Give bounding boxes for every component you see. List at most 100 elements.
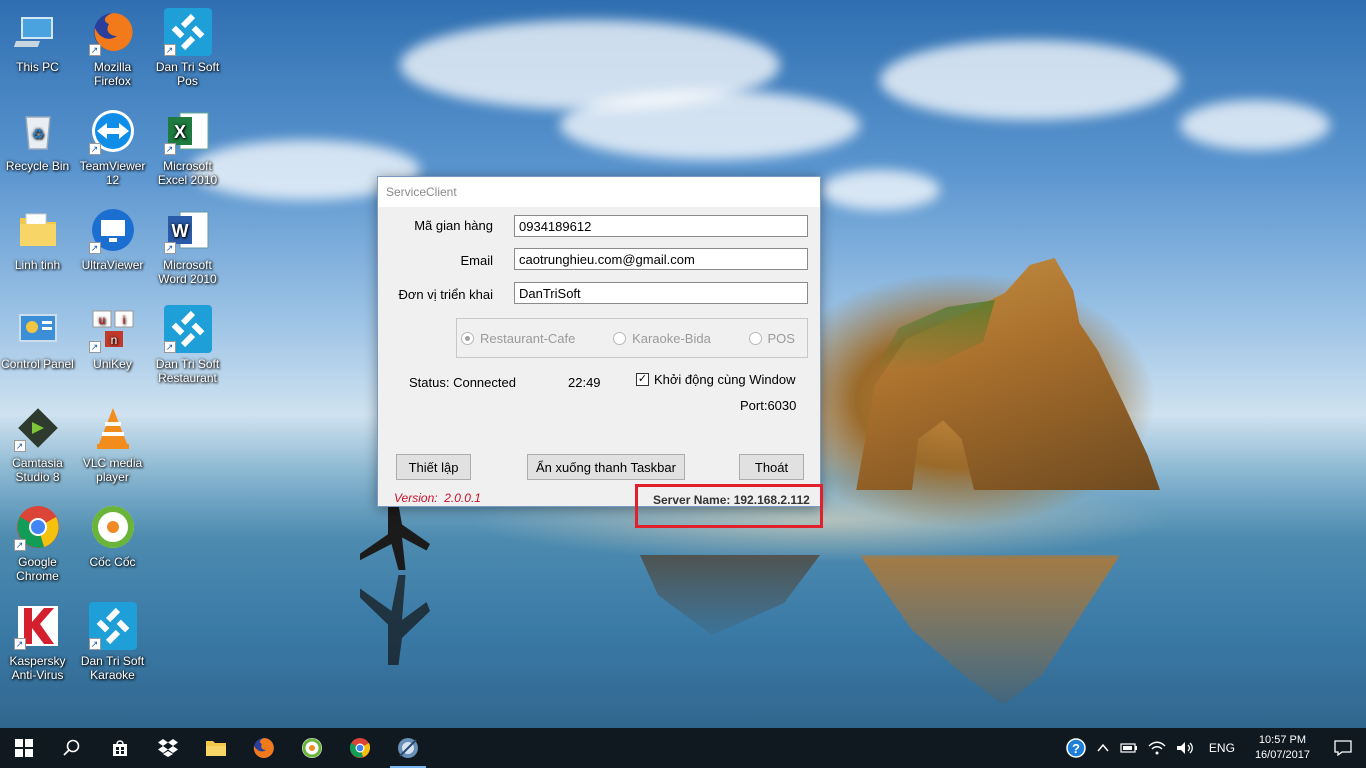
help-tray[interactable]: ?: [1061, 738, 1091, 758]
autostart-checkbox[interactable]: ✓ Khởi động cùng Window: [636, 372, 796, 387]
cloud: [880, 40, 1180, 120]
taskbar-chrome[interactable]: [336, 728, 384, 768]
desktop-icon-camtasia[interactable]: ↗ Camtasia Studio 8: [0, 396, 75, 486]
store-code-input[interactable]: [514, 215, 808, 237]
deploy-unit-label: Đơn vị triển khai: [398, 287, 493, 302]
start-icon: [15, 739, 33, 757]
taskbar-firefox[interactable]: [240, 728, 288, 768]
desktop-icon-chrome[interactable]: ↗ Google Chrome: [0, 495, 75, 585]
coccoc-icon: [89, 503, 137, 551]
runner-silhouette: [360, 505, 430, 570]
taskbar: ? ENG 10:57 PM 16/07/2017: [0, 728, 1366, 768]
shortcut-arrow-icon: ↗: [88, 242, 101, 254]
rock-reflection: [860, 555, 1120, 705]
desktop-icon-teamviewer[interactable]: ↗ TeamViewer 12: [75, 99, 150, 189]
radio-unchecked-icon: [613, 331, 627, 345]
radio-unchecked-icon: [748, 331, 762, 345]
desktop-icon-unikey[interactable]: uin ↗ UniKey: [75, 297, 150, 387]
desktop-icon-recycle-bin[interactable]: ♻ Recycle Bin: [0, 99, 75, 189]
kaspersky-icon: ↗: [13, 602, 62, 650]
system-tray: ? ENG 10:57 PM 16/07/2017: [1061, 728, 1366, 768]
desktop-icon-control-panel[interactable]: Control Panel: [0, 297, 75, 387]
start-button[interactable]: [0, 728, 48, 768]
desktop-icon-dantrisoft-karaoke[interactable]: ↗ Dan Tri Soft Karaoke: [75, 594, 150, 684]
chevron-up-icon: [1097, 743, 1109, 752]
shortcut-arrow-icon: ↗: [13, 539, 26, 551]
minimize-to-taskbar-button[interactable]: Ẩn xuống thanh Taskbar: [527, 454, 685, 480]
ultraviewer-icon: ↗: [88, 206, 137, 254]
exit-button[interactable]: Thoát: [739, 454, 804, 480]
control-panel-icon: [14, 305, 62, 353]
radio-checked-icon: [461, 331, 474, 345]
battery-tray[interactable]: [1115, 742, 1143, 754]
window-titlebar[interactable]: ServiceClient: [378, 177, 820, 207]
deploy-unit-input[interactable]: [514, 282, 808, 304]
file-explorer-icon: [206, 741, 226, 756]
shortcut-arrow-icon: ↗: [163, 242, 176, 254]
firefox-icon: ↗: [88, 8, 137, 56]
help-icon: ?: [1066, 738, 1086, 758]
action-center[interactable]: [1320, 740, 1366, 756]
cloud: [560, 90, 860, 160]
shortcut-arrow-icon: ↗: [88, 341, 101, 353]
cloud: [1180, 100, 1330, 150]
wifi-icon: [1148, 741, 1166, 755]
desktop-icon-word[interactable]: W ↗ Microsoft Word 2010: [150, 198, 225, 288]
taskbar-file-explorer[interactable]: [192, 728, 240, 768]
desktop-icon-coccoc[interactable]: Cốc Cốc: [75, 495, 150, 585]
vlc-icon: [89, 404, 137, 452]
taskbar-coccoc[interactable]: [288, 728, 336, 768]
desktop-icon-kaspersky[interactable]: ↗ Kaspersky Anti-Virus: [0, 594, 75, 684]
svg-text:?: ?: [1072, 741, 1080, 756]
firefox-icon: [253, 738, 274, 758]
runner-reflection: [360, 575, 430, 665]
server-name-highlight: Server Name: 192.168.2.112: [635, 484, 823, 528]
window-title: ServiceClient: [386, 185, 457, 199]
desktop-icon-dantrisoft-restaurant[interactable]: ↗ Dan Tri Soft Restaurant: [150, 297, 225, 387]
shortcut-arrow-icon: ↗: [163, 341, 176, 353]
taskbar-service-client[interactable]: [384, 728, 432, 768]
radio-restaurant-cafe[interactable]: Restaurant-Cafe: [461, 331, 575, 346]
radio-pos[interactable]: POS: [748, 331, 795, 346]
clock-date: 16/07/2017: [1254, 749, 1310, 761]
svg-text:W: W: [171, 221, 188, 241]
svg-text:u: u: [98, 313, 105, 327]
shortcut-arrow-icon: ↗: [88, 143, 101, 155]
dropbox-icon: [158, 739, 178, 757]
desktop-icon-linh-tinh[interactable]: Linh tinh: [0, 198, 75, 288]
network-tray[interactable]: [1143, 741, 1171, 755]
taskbar-clock[interactable]: 10:57 PM 16/07/2017: [1245, 733, 1320, 763]
desktop-icon-dantrisoft-pos[interactable]: ↗ Dan Tri Soft Pos: [150, 0, 225, 90]
unikey-icon: u in ↗: [88, 305, 137, 353]
notification-icon: [1334, 740, 1352, 756]
volume-tray[interactable]: [1171, 741, 1199, 755]
server-name: Server Name: 192.168.2.112: [653, 493, 810, 507]
taskbar-store[interactable]: [96, 728, 144, 768]
desktop-icon-ultraviewer[interactable]: ↗ UltraViewer: [75, 198, 150, 288]
camtasia-icon: ↗: [13, 404, 62, 452]
desktop-icon-excel[interactable]: X ↗ Microsoft Excel 2010: [150, 99, 225, 189]
show-hidden-icons[interactable]: [1091, 741, 1115, 755]
word-icon: W ↗: [163, 206, 212, 254]
email-input[interactable]: [514, 248, 808, 270]
search-icon: [63, 739, 80, 756]
chrome-icon: [349, 738, 371, 758]
shortcut-arrow-icon: ↗: [13, 440, 26, 452]
folder-icon: [14, 206, 62, 254]
desktop-icon-vlc[interactable]: VLC media player: [75, 396, 150, 486]
chrome-icon: ↗: [13, 503, 62, 551]
desktop-icon-this-pc[interactable]: This PC: [0, 0, 75, 90]
svg-text:X: X: [173, 122, 185, 142]
service-client-icon: [398, 738, 418, 758]
cloud: [820, 170, 940, 210]
search-button[interactable]: [48, 728, 96, 768]
version-info: Version: 2.0.0.1: [394, 491, 481, 505]
radio-karaoke-bida[interactable]: Karaoke-Bida: [613, 331, 711, 346]
taskbar-dropbox[interactable]: [144, 728, 192, 768]
email-label: Email: [460, 253, 493, 268]
rock-reflection: [640, 555, 820, 635]
status-time: 22:49: [568, 375, 601, 390]
language-indicator[interactable]: ENG: [1199, 741, 1245, 755]
desktop-icon-firefox[interactable]: ↗ Mozilla Firefox: [75, 0, 150, 90]
setup-button[interactable]: Thiết lập: [396, 454, 471, 480]
